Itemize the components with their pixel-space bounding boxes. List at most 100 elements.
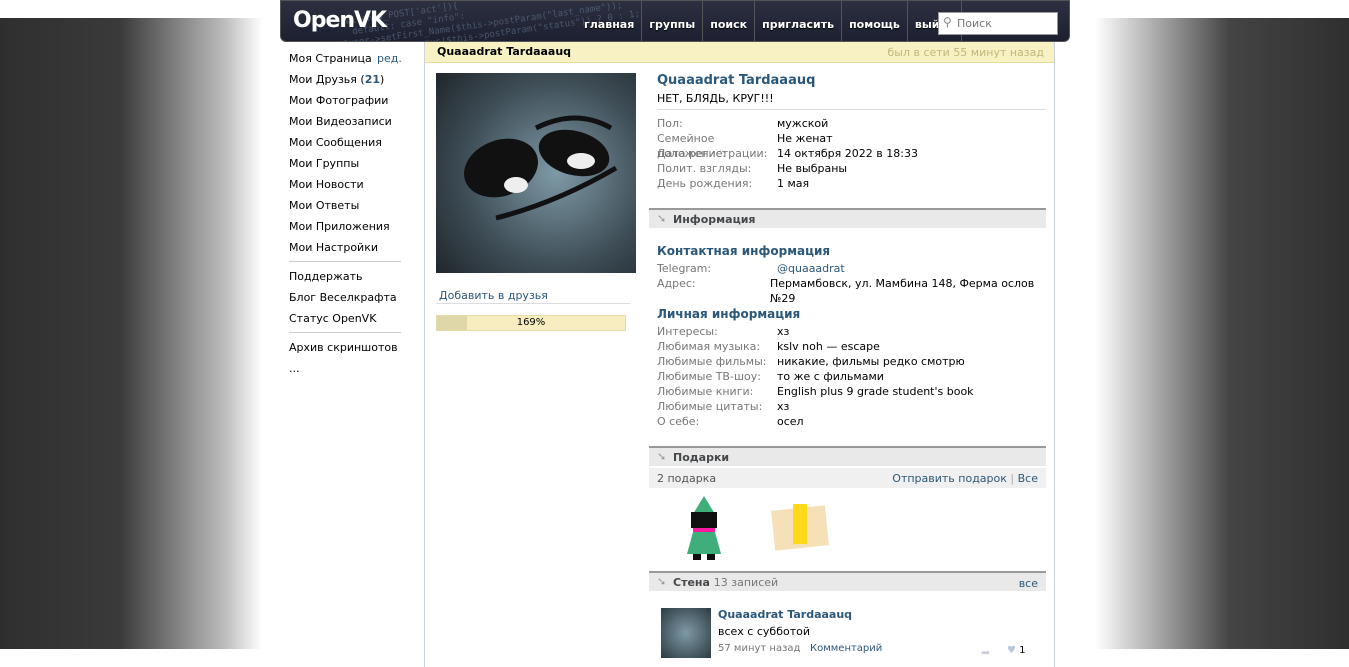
sidebar-settings[interactable]: Мои Настройки bbox=[289, 237, 401, 258]
divider bbox=[289, 332, 401, 333]
info-value: то же с фильмами bbox=[777, 370, 884, 383]
profile-status: НЕТ, БЛЯДЬ, КРУГ!!! bbox=[657, 92, 1046, 110]
info-value[interactable]: @quaaadrat bbox=[777, 261, 845, 276]
sidebar-replies[interactable]: Мои Ответы bbox=[289, 195, 401, 216]
info-value: осел bbox=[777, 415, 804, 428]
profile-titlebar: Quaaadrat Tardaaauq был в сети 55 минут н… bbox=[425, 42, 1054, 63]
info-label: Любимые ТВ-шоу: bbox=[657, 370, 761, 383]
info-value: Пермамбовск, ул. Мамбина 148, Ферма осло… bbox=[769, 277, 1035, 305]
info-value: kslv noh — escape bbox=[777, 340, 880, 353]
share-icon[interactable]: ➦ bbox=[981, 646, 990, 659]
section-wall-header[interactable]: Стена 13 записей все bbox=[649, 571, 1046, 591]
info-row: День рождения: 1 мая bbox=[657, 176, 1046, 191]
search-input[interactable]: ⚲ Поиск bbox=[938, 12, 1058, 35]
sidebar-blog[interactable]: Блог Веселкрафта bbox=[289, 287, 401, 308]
info-label: День рождения: bbox=[657, 177, 753, 190]
sidebar-groups[interactable]: Мои Группы bbox=[289, 153, 401, 174]
post-text: всех с субботой bbox=[718, 625, 810, 638]
wall-all-link[interactable]: все bbox=[1019, 577, 1038, 590]
page-title: Quaaadrat Tardaaauq bbox=[437, 45, 572, 58]
heart-icon: ♥ bbox=[1007, 645, 1016, 656]
nav-groups[interactable]: группы bbox=[642, 1, 704, 41]
sidebar-friends[interactable]: Мои Друзья (21) bbox=[289, 69, 401, 90]
edit-link[interactable]: ред. bbox=[377, 48, 402, 69]
personal-rows: Интересы: хз Любимая музыка: kslv noh — esc… bbox=[657, 324, 1046, 429]
info-value: хз bbox=[777, 400, 790, 413]
nav-search[interactable]: поиск bbox=[703, 1, 756, 41]
nav-invite[interactable]: пригласить bbox=[755, 1, 843, 41]
openvk-logo[interactable]: OpenVK bbox=[293, 8, 387, 33]
section-gifts-header[interactable]: Подарки bbox=[649, 446, 1046, 466]
info-row: О себе: осел bbox=[657, 414, 1046, 429]
info-label: Полит. взгляды: bbox=[657, 162, 752, 175]
nav-help[interactable]: помощь bbox=[842, 1, 908, 41]
info-value: никакие, фильмы редко смотрю bbox=[777, 355, 965, 368]
sidebar-label: Мои Друзья bbox=[289, 73, 357, 86]
info-row: Telegram: @quaaadrat bbox=[657, 261, 1046, 276]
sidebar-archive[interactable]: Архив скриншотов ... bbox=[289, 337, 401, 375]
send-gift-link[interactable]: Отправить подарок bbox=[892, 472, 1007, 485]
info-label: О себе: bbox=[657, 415, 700, 428]
gift-ralsei-image bbox=[687, 496, 721, 560]
all-gifts-link[interactable]: Все bbox=[1018, 472, 1038, 485]
basic-info: Пол: мужской Семейное положение: Не женат Да… bbox=[657, 116, 1046, 191]
wall-post: Quaaadrat Tardaaauq всех с субботой 57 м… bbox=[661, 608, 1041, 659]
info-label: Пол: bbox=[657, 117, 683, 130]
section-info-header[interactable]: Информация bbox=[649, 208, 1046, 228]
gifts-bar: 2 подарка Отправить подарок | Все bbox=[649, 468, 1046, 488]
profile-completeness-bar: 169% bbox=[436, 315, 626, 331]
info-row: Любимые фильмы: никакие, фильмы редко смо… bbox=[657, 354, 1046, 369]
info-label: Telegram: bbox=[657, 262, 712, 275]
info-row: Интересы: хз bbox=[657, 324, 1046, 339]
section-title: Информация bbox=[673, 213, 756, 226]
sidebar-photos[interactable]: Мои Фотографии bbox=[289, 90, 401, 111]
info-row: Пол: мужской bbox=[657, 116, 1046, 131]
info-row: Любимые цитаты: хз bbox=[657, 399, 1046, 414]
like-button[interactable]: ♥ 1 bbox=[1007, 645, 1026, 656]
header: switch($_POST['act']){ default: case "in… bbox=[280, 0, 1070, 42]
progress-label: 169% bbox=[516, 317, 546, 328]
nav-home[interactable]: главная bbox=[577, 1, 643, 41]
sidebar-videos[interactable]: Мои Видеозаписи bbox=[289, 111, 401, 132]
profile-info: Quaaadrat Tardaaauq НЕТ, БЛЯДЬ, КРУГ!!! … bbox=[657, 73, 1046, 191]
info-row: Любимые книги: English plus 9 grade stude… bbox=[657, 384, 1046, 399]
info-label: Любимые книги: bbox=[657, 385, 754, 398]
sidebar-my-page[interactable]: Моя Страница ред. bbox=[289, 48, 402, 69]
gift-ralsei[interactable] bbox=[679, 494, 729, 564]
info-row: Любимые ТВ-шоу: то же с фильмами bbox=[657, 369, 1046, 384]
info-row: Дата регистрации: 14 октября 2022 в 18:33 bbox=[657, 146, 1046, 161]
info-row: Семейное положение: Не женат bbox=[657, 131, 1046, 160]
info-label: Адрес: bbox=[657, 277, 696, 290]
sidebar-apps[interactable]: Мои Приложения bbox=[289, 216, 401, 237]
info-value: Не выбраны bbox=[777, 162, 848, 175]
info-row: Любимая музыка: kslv noh — escape bbox=[657, 339, 1046, 354]
contact-info: Контактная информация Telegram: @quaaadra… bbox=[657, 244, 1046, 305]
comment-link[interactable]: Комментарий bbox=[810, 643, 882, 654]
post-author[interactable]: Quaaadrat Tardaaauq bbox=[718, 608, 1041, 621]
info-label: Интересы: bbox=[657, 325, 718, 338]
info-label: Любимая музыка: bbox=[657, 340, 761, 353]
info-label: Любимые цитаты: bbox=[657, 400, 763, 413]
sidebar-donate[interactable]: Поддержать bbox=[289, 266, 401, 287]
profile-name: Quaaadrat Tardaaauq bbox=[657, 73, 816, 88]
gift-box-image bbox=[771, 504, 829, 551]
sidebar-news[interactable]: Мои Новости bbox=[289, 174, 401, 195]
sidebar-status[interactable]: Статус OpenVK bbox=[289, 308, 401, 329]
profile-avatar[interactable] bbox=[436, 73, 636, 273]
divider bbox=[436, 303, 630, 304]
info-value: English plus 9 grade student's book bbox=[777, 385, 974, 398]
post-time: 57 минут назад bbox=[718, 643, 801, 654]
online-status: был в сети 55 минут назад bbox=[887, 46, 1044, 59]
gift-box[interactable] bbox=[771, 494, 829, 564]
sidebar-messages[interactable]: Мои Сообщения bbox=[289, 132, 401, 153]
page: switch($_POST['act']){ default: case "in… bbox=[280, 0, 1070, 667]
info-value: Не женат bbox=[777, 132, 833, 145]
sidebar-label: Моя Страница bbox=[289, 52, 372, 65]
add-friend-link[interactable]: Добавить в друзья bbox=[439, 289, 548, 302]
personal-info: Личная информация Интересы: хз Любимая муз… bbox=[657, 307, 1046, 429]
progress-fill bbox=[437, 316, 467, 330]
info-label: Дата регистрации: bbox=[657, 147, 768, 160]
info-value: 1 мая bbox=[777, 177, 810, 190]
info-label: Любимые фильмы: bbox=[657, 355, 767, 368]
post-avatar[interactable] bbox=[661, 608, 711, 658]
